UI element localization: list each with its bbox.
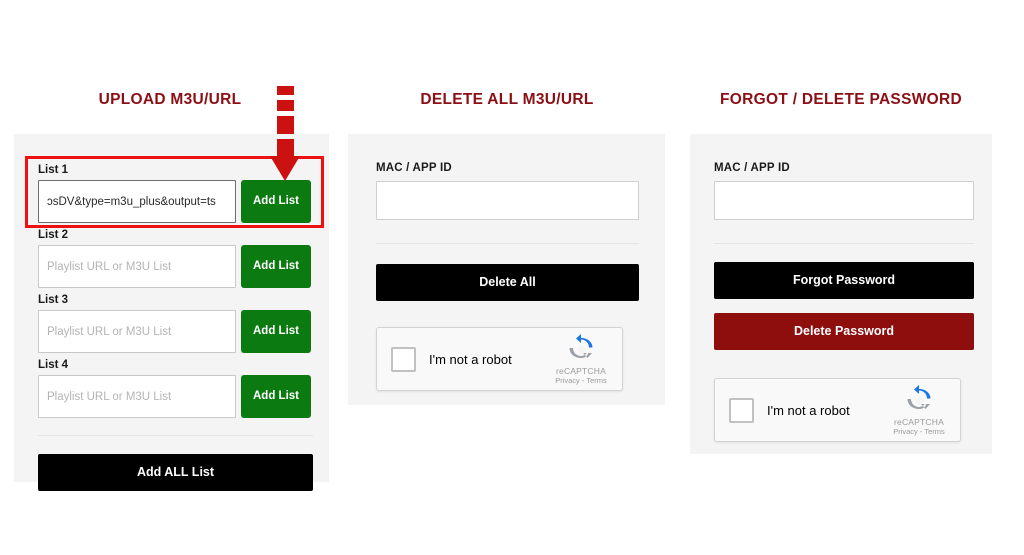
upload-divider	[38, 435, 313, 436]
recaptcha-terms-forgot[interactable]: Privacy - Terms	[882, 427, 956, 437]
forgot-password-button[interactable]: Forgot Password	[714, 262, 974, 299]
list-2-row: Add List	[38, 245, 313, 288]
list-group-2: List 2 Add List	[38, 228, 313, 288]
recaptcha-logo-icon	[569, 333, 593, 358]
forgot-mac-app-id-input[interactable]	[714, 181, 974, 220]
list-1-row: Add List	[38, 180, 313, 223]
recaptcha-branding-forgot: reCAPTCHA Privacy - Terms	[882, 384, 960, 437]
list-group-4: List 4 Add List	[38, 358, 313, 418]
list-4-input[interactable]	[38, 375, 236, 418]
list-3-input[interactable]	[38, 310, 236, 353]
list-2-label: List 2	[38, 229, 69, 241]
delete-all-form: MAC / APP ID Delete All I'm not a robot …	[376, 162, 639, 391]
recaptcha-checkbox-delete[interactable]	[391, 346, 416, 372]
list-3-row: Add List	[38, 310, 313, 353]
forgot-mac-app-id-label: MAC / APP ID	[714, 162, 790, 174]
recaptcha-logo-icon	[907, 384, 931, 409]
delete-divider	[376, 243, 639, 244]
heading-forgot-delete-password: FORGOT / DELETE PASSWORD	[719, 91, 962, 108]
list-2-add-button[interactable]: Add List	[241, 245, 311, 288]
list-2-input[interactable]	[38, 245, 236, 288]
delete-all-button[interactable]: Delete All	[376, 264, 639, 301]
recaptcha-checkbox-forgot[interactable]	[729, 397, 754, 423]
heading-delete-all-m3u-url: DELETE ALL M3U/URL	[420, 91, 594, 108]
list-3-label: List 3	[38, 294, 69, 306]
delete-mac-app-id-input[interactable]	[376, 181, 639, 220]
upload-form: List 1 Add List List 2 Add List List 3 A…	[38, 163, 313, 491]
list-4-row: Add List	[38, 375, 313, 418]
recaptcha-brand-text-forgot: reCAPTCHA	[894, 416, 944, 427]
recaptcha-branding-delete: reCAPTCHA Privacy - Terms	[544, 333, 622, 386]
add-all-list-button[interactable]: Add ALL List	[38, 454, 313, 491]
list-group-3: List 3 Add List	[38, 293, 313, 353]
list-1-input[interactable]	[38, 180, 236, 223]
list-1-add-button[interactable]: Add List	[241, 180, 311, 223]
delete-password-button[interactable]: Delete Password	[714, 313, 974, 350]
recaptcha-label-delete: I'm not a robot	[429, 351, 512, 367]
delete-mac-app-id-label: MAC / APP ID	[376, 162, 452, 174]
forgot-password-form: MAC / APP ID Forgot Password Delete Pass…	[714, 162, 974, 442]
forgot-divider	[714, 243, 974, 244]
recaptcha-label-forgot: I'm not a robot	[767, 402, 850, 418]
list-3-add-button[interactable]: Add List	[241, 310, 311, 353]
recaptcha-widget-delete[interactable]: I'm not a robot reCAPTCHA Privacy - Term…	[376, 327, 623, 391]
list-group-1: List 1 Add List	[38, 163, 313, 223]
list-1-label: List 1	[38, 164, 69, 176]
recaptcha-widget-forgot[interactable]: I'm not a robot reCAPTCHA Privacy - Term…	[714, 378, 961, 442]
list-4-add-button[interactable]: Add List	[241, 375, 311, 418]
heading-upload-m3u-url: UPLOAD M3U/URL	[98, 91, 242, 108]
recaptcha-brand-text-delete: reCAPTCHA	[556, 365, 606, 376]
recaptcha-terms-delete[interactable]: Privacy - Terms	[544, 376, 618, 386]
list-4-label: List 4	[38, 359, 69, 371]
page-canvas: UPLOAD M3U/URL DELETE ALL M3U/URL FORGOT…	[0, 0, 1024, 555]
